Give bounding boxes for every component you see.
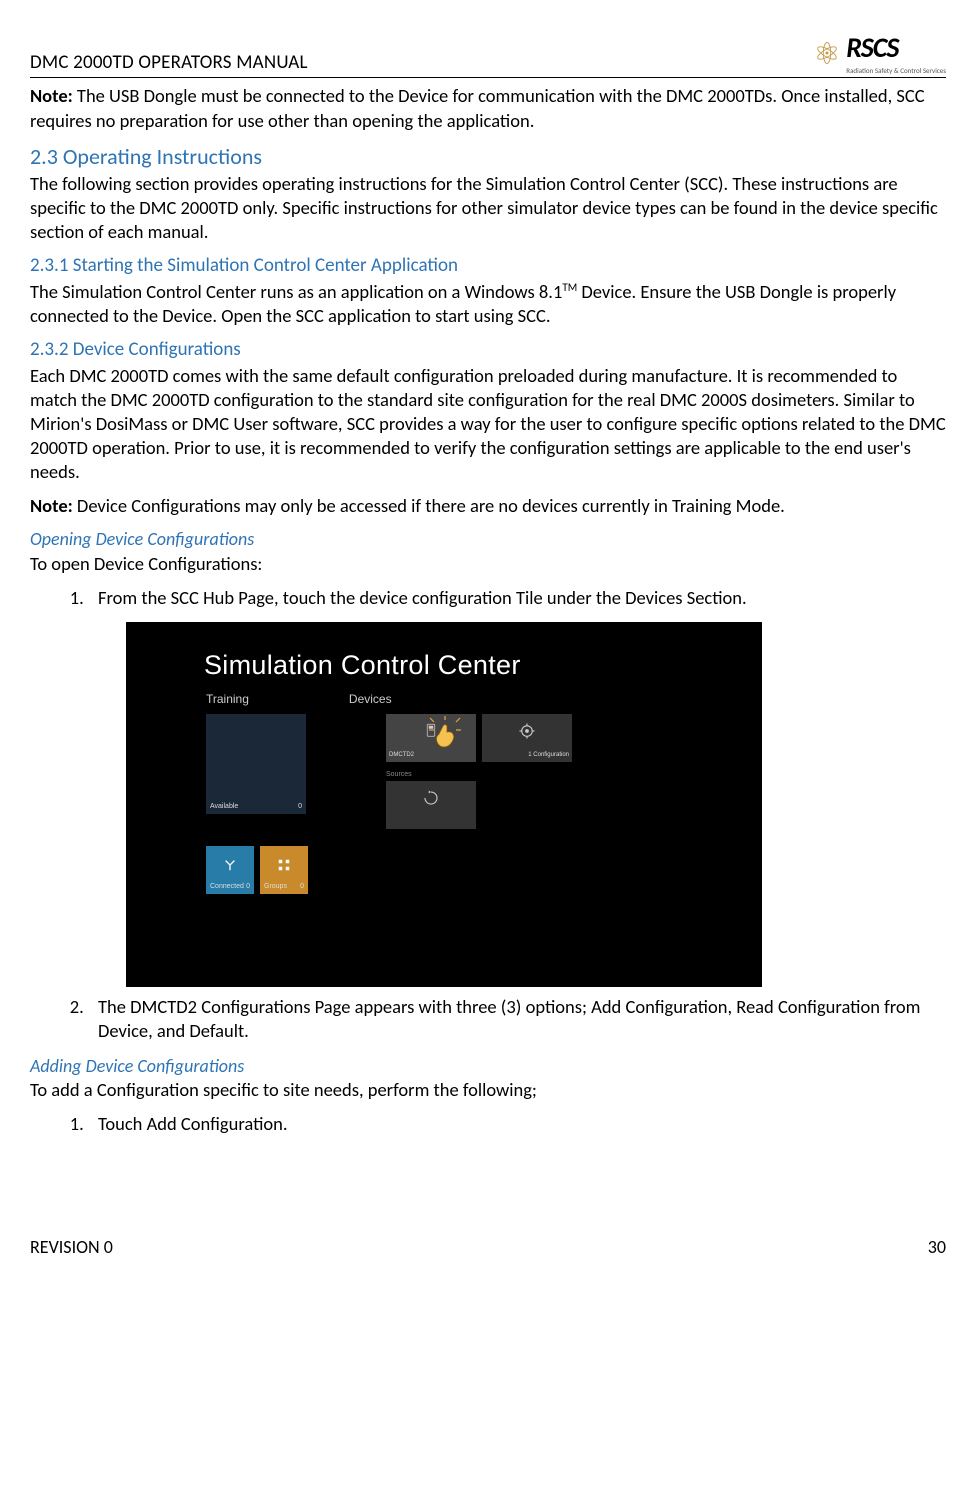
paragraph-2-3-2: Each DMC 2000TD comes with the same defa… bbox=[30, 364, 946, 484]
refresh-icon bbox=[422, 789, 440, 814]
tile-count: 0 bbox=[300, 882, 304, 891]
heading-2-3-1: 2.3.1 Starting the Simulation Control Ce… bbox=[30, 254, 946, 279]
add-config-steps-list: Touch Add Configuration. bbox=[30, 1112, 946, 1136]
heading-2-3: 2.3 Operating Instructions bbox=[30, 143, 946, 172]
antenna-icon bbox=[206, 846, 254, 876]
logo-subtext: Radiation Safety & Control Services bbox=[846, 66, 946, 75]
grid-icon bbox=[260, 846, 308, 876]
document-title: DMC 2000TD OPERATORS MANUAL bbox=[30, 51, 308, 76]
list-item: The DMCTD2 Configurations Page appears w… bbox=[88, 995, 946, 1043]
gear-icon bbox=[518, 722, 536, 747]
training-available-tile[interactable]: Available 0 bbox=[206, 714, 306, 814]
app-title: Simulation Control Center bbox=[204, 648, 521, 683]
paragraph-2-3: The following section provides operating… bbox=[30, 172, 946, 244]
trademark-sup: TM bbox=[562, 280, 577, 294]
training-groups-tile[interactable]: Groups 0 bbox=[260, 846, 308, 894]
training-connected-tile[interactable]: Connected 0 bbox=[206, 846, 254, 894]
paragraph-adding-device-config: To add a Configuration specific to site … bbox=[30, 1078, 946, 1102]
note-text: The USB Dongle must be connected to the … bbox=[30, 84, 925, 131]
paragraph-2-3-1: The Simulation Control Center runs as an… bbox=[30, 280, 946, 328]
device-dmctd2-tile[interactable]: DMCTD2 bbox=[386, 714, 476, 762]
atom-icon bbox=[812, 38, 842, 68]
open-config-steps-list: From the SCC Hub Page, touch the device … bbox=[30, 586, 946, 610]
logo-text: RSCS bbox=[846, 30, 946, 66]
tile-label: Available bbox=[210, 802, 238, 811]
note-text: Device Configurations may only be access… bbox=[73, 494, 785, 517]
tile-count: 0 bbox=[298, 802, 302, 811]
note-label: Note: bbox=[30, 84, 73, 107]
sources-label: Sources bbox=[386, 770, 476, 779]
page-header: DMC 2000TD OPERATORS MANUAL RSCS Radiati… bbox=[30, 30, 946, 78]
paragraph-open-device-config: To open Device Configurations: bbox=[30, 552, 946, 576]
revision-text: REVISION 0 bbox=[30, 1236, 113, 1259]
device-name: DMCTD2 bbox=[389, 752, 414, 760]
device-config-tile[interactable]: 1 Configuration bbox=[482, 714, 572, 762]
list-item: From the SCC Hub Page, touch the device … bbox=[88, 586, 946, 610]
page-number: 30 bbox=[928, 1236, 946, 1259]
note-paragraph-2: Note: Device Configurations may only be … bbox=[30, 494, 946, 518]
tile-count: 0 bbox=[246, 882, 250, 891]
open-config-steps-list-cont: The DMCTD2 Configurations Page appears w… bbox=[30, 995, 946, 1043]
heading-open-device-config: Opening Device Configurations bbox=[30, 528, 946, 551]
heading-adding-device-config: Adding Device Configurations bbox=[30, 1055, 946, 1078]
list-item: Touch Add Configuration. bbox=[88, 1112, 946, 1136]
note-label: Note: bbox=[30, 494, 73, 517]
page-footer: REVISION 0 30 bbox=[30, 1236, 946, 1259]
heading-2-3-2: 2.3.2 Device Configurations bbox=[30, 338, 946, 363]
config-count: 1 Configuration bbox=[528, 752, 569, 760]
section-training-label: Training bbox=[206, 692, 249, 708]
device-icon bbox=[422, 722, 440, 747]
embedded-screenshot-wrap: Simulation Control Center Training Devic… bbox=[30, 622, 946, 987]
note-paragraph-1: Note: The USB Dongle must be connected t… bbox=[30, 84, 946, 132]
section-devices-label: Devices bbox=[349, 692, 392, 708]
source-tile[interactable] bbox=[386, 781, 476, 829]
rscs-logo: RSCS Radiation Safety & Control Services bbox=[812, 30, 946, 75]
scc-hub-screenshot: Simulation Control Center Training Devic… bbox=[126, 622, 762, 987]
tile-label: Groups bbox=[264, 882, 287, 891]
tile-label: Connected bbox=[210, 882, 244, 891]
